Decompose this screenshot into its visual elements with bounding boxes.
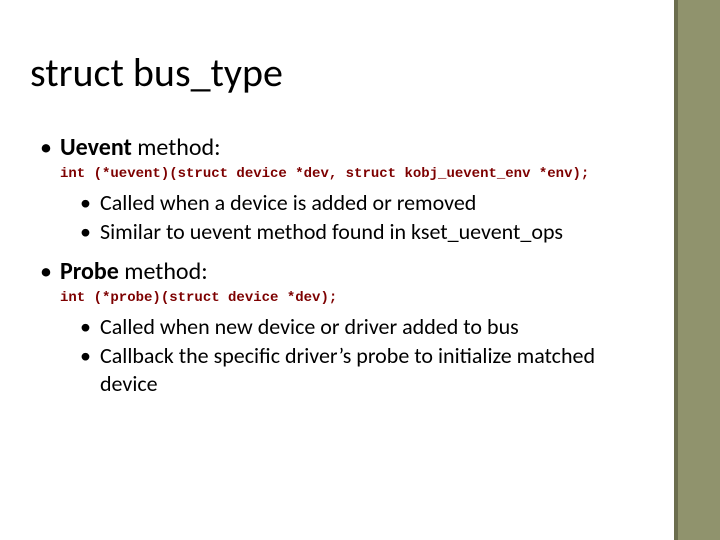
bullet-uevent-sub1: Called when a device is added or removed (80, 189, 650, 217)
slide-title: struct bus_type (30, 48, 283, 97)
bullet-uevent-method: Uevent method: (40, 134, 650, 163)
bullet-probe-bold: Probe (60, 257, 119, 286)
slide: struct bus_type Uevent method: int (*uev… (0, 0, 720, 540)
code-probe: int (*probe)(struct device *dev); (60, 289, 650, 307)
side-accent-bar-edge (674, 0, 678, 540)
code-uevent: int (*uevent)(struct device *dev, struct… (60, 165, 650, 183)
bullet-uevent-rest: method: (132, 133, 221, 162)
bullet-probe-sub2: Callback the specific driver’s probe to … (80, 342, 650, 397)
bullet-uevent-bold: Uevent (60, 133, 132, 162)
bullet-probe-rest: method: (119, 257, 208, 286)
side-accent-bar (678, 0, 720, 540)
bullet-uevent-sub2: Similar to uevent method found in kset_u… (80, 218, 650, 246)
bullet-probe-sub1: Called when new device or driver added t… (80, 313, 650, 341)
slide-content: Uevent method: int (*uevent)(struct devi… (40, 130, 650, 399)
bullet-probe-method: Probe method: (40, 258, 650, 287)
